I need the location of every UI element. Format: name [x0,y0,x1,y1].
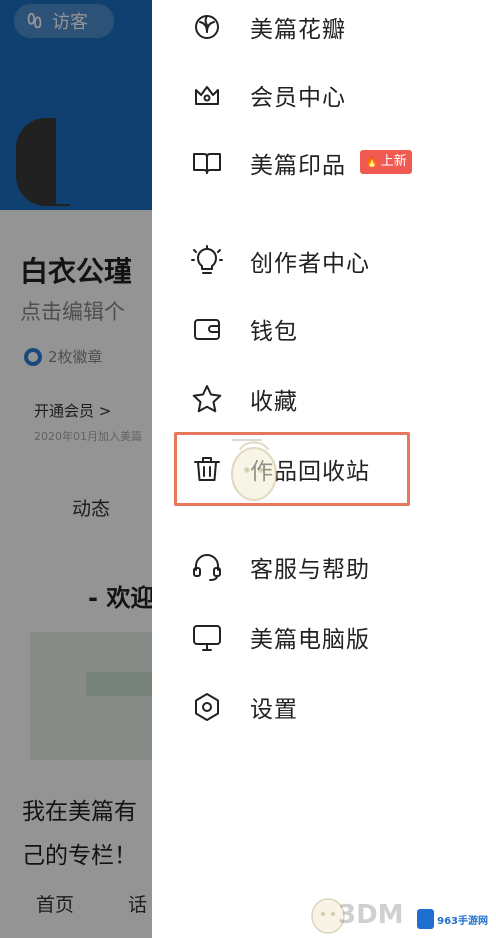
star-icon [190,382,224,416]
menu-item-label: 美篇印品 [250,153,346,179]
menu-item-prints[interactable]: 美篇印品 🔥 上新 [152,136,496,190]
site-logo-watermark: 963手游网 [414,906,488,932]
monitor-icon [190,620,224,654]
menu-item-support[interactable]: 客服与帮助 [152,540,496,594]
settings-icon [190,690,224,724]
menu-item-label: 客服与帮助 [250,557,370,583]
book-icon [190,146,224,180]
wallet-icon [190,312,224,346]
menu-item-label: 设置 [250,697,298,723]
side-drawer: 美篇花瓣 会员中心 美篇印品 🔥 上新 创作者中心 钱包 收藏 作品回收站 客服… [152,0,496,938]
menu-item-label: 钱包 [250,319,298,345]
lightbulb-icon [190,244,224,278]
menu-item-petals[interactable]: 美篇花瓣 [152,0,496,54]
menu-item-label: 收藏 [250,389,298,415]
drawer-scrim[interactable] [0,0,152,938]
flame-icon: 🔥 [365,155,379,168]
menu-item-favorites[interactable]: 收藏 [152,372,496,426]
menu-item-creator-center[interactable]: 创作者中心 [152,234,496,288]
site-logo-icon [417,909,435,929]
new-badge-label: 上新 [380,154,407,169]
menu-item-label: 美篇花瓣 [250,17,346,43]
menu-item-membership[interactable]: 会员中心 [152,68,496,122]
menu-item-wallet[interactable]: 钱包 [152,302,496,356]
flower-icon [190,10,224,44]
crown-icon [190,78,224,112]
menu-item-desktop-version[interactable]: 美篇电脑版 [152,610,496,664]
brand-watermark: 3DM [338,900,404,930]
headset-icon [190,550,224,584]
highlight-annotation-box [174,432,410,506]
menu-item-label: 创作者中心 [250,251,370,277]
site-name: 963手游网 [437,915,488,927]
new-badge: 🔥 上新 [360,150,412,174]
mascot-watermark [231,439,277,501]
menu-item-settings[interactable]: 设置 [152,680,496,734]
menu-item-label: 会员中心 [250,85,346,111]
background-profile-page: 访客 白衣公瑾 点击编辑个 2枚徽章 开通会员 > 2020年01月加入美篇 动… [0,0,152,938]
menu-item-label: 美篇电脑版 [250,627,370,653]
